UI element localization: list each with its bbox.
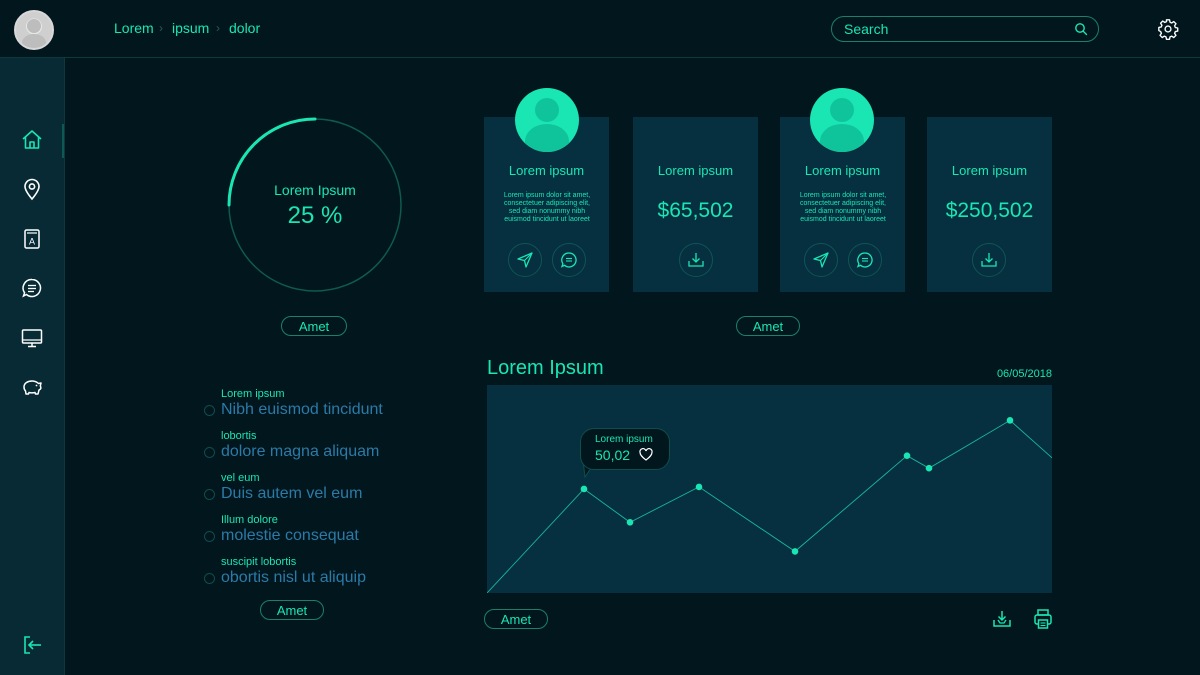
- printer-icon[interactable]: [1033, 608, 1053, 630]
- chart-amet-button[interactable]: Amet: [484, 609, 548, 629]
- chart-date: 06/05/2018: [996, 368, 1052, 380]
- svg-text:A: A: [29, 237, 35, 247]
- amount-card-2: Lorem ipsum $250,502: [927, 117, 1052, 292]
- list-item-caption: lobortis: [221, 430, 257, 442]
- user-avatar: [515, 88, 579, 152]
- user-avatar[interactable]: [14, 10, 54, 50]
- piggy-bank-icon[interactable]: [20, 375, 44, 399]
- send-icon: [813, 252, 829, 268]
- send-button[interactable]: [508, 243, 542, 277]
- breadcrumb-item-2[interactable]: ipsum: [172, 20, 209, 36]
- list-item-radio[interactable]: [204, 447, 215, 458]
- heart-icon[interactable]: [639, 448, 653, 461]
- card-title: Lorem ipsum: [804, 163, 881, 178]
- cards-amet-button[interactable]: Amet: [736, 316, 800, 336]
- card-title: Lorem ipsum: [508, 163, 585, 178]
- list-item-radio[interactable]: [204, 405, 215, 416]
- chart-data-point[interactable]: [580, 485, 588, 493]
- download-button[interactable]: [679, 243, 713, 277]
- chat-icon[interactable]: [20, 276, 44, 300]
- chart-data-point[interactable]: [1006, 417, 1014, 424]
- list-item-text[interactable]: molestie consequat: [221, 527, 359, 545]
- download-icon[interactable]: [992, 609, 1012, 629]
- search-input[interactable]: [844, 20, 1054, 38]
- list-item-text[interactable]: Duis autem vel eum: [221, 485, 362, 503]
- monitor-icon[interactable]: [20, 326, 44, 350]
- home-icon[interactable]: [20, 128, 44, 152]
- list-item-caption: vel eum: [221, 472, 260, 484]
- card-description: Lorem ipsum dolor sit amet, consectetuer…: [799, 192, 887, 223]
- chart-data-point[interactable]: [903, 452, 911, 460]
- gauge-amet-button[interactable]: Amet: [281, 316, 347, 336]
- message-button[interactable]: [552, 243, 586, 277]
- breadcrumb-item-1[interactable]: Lorem: [114, 20, 154, 36]
- list-item-caption: suscipit lobortis: [221, 556, 297, 568]
- card-description: Lorem ipsum dolor sit amet, consectetuer…: [503, 192, 591, 223]
- list-item-caption: Lorem ipsum: [221, 388, 285, 400]
- user-avatar: [810, 88, 874, 152]
- line-chart: [487, 385, 1052, 593]
- list-item-caption: Illum dolore: [221, 514, 278, 526]
- chevron-right-icon: ›: [159, 21, 163, 35]
- location-pin-icon[interactable]: [20, 177, 44, 201]
- chart-data-point[interactable]: [695, 483, 703, 491]
- list-item-text[interactable]: Nibh euismod tincidunt: [221, 401, 383, 419]
- tooltip-value: 50,02: [595, 447, 631, 463]
- message-button[interactable]: [848, 243, 882, 277]
- chart-data-point[interactable]: [925, 464, 933, 472]
- chart-data-point[interactable]: [626, 518, 634, 526]
- breadcrumb-item-3[interactable]: dolor: [229, 20, 260, 36]
- chat-icon: [560, 252, 577, 268]
- list-item-radio[interactable]: [204, 531, 215, 542]
- card-title: Lorem ipsum: [951, 163, 1028, 178]
- search-icon[interactable]: [1074, 22, 1088, 36]
- search-box[interactable]: [831, 16, 1099, 42]
- card-amount: $65,502: [657, 199, 734, 222]
- progress-value: 25 %: [287, 202, 343, 229]
- download-icon: [688, 253, 704, 267]
- tooltip-label: Lorem ipsum: [595, 434, 653, 445]
- amount-card-1: Lorem ipsum $65,502: [633, 117, 758, 292]
- send-icon: [517, 252, 533, 268]
- chat-icon: [856, 252, 873, 268]
- download-icon: [981, 253, 997, 267]
- list-item-radio[interactable]: [204, 489, 215, 500]
- chart-data-point[interactable]: [791, 548, 799, 555]
- card-title: Lorem ipsum: [657, 163, 734, 178]
- gear-icon[interactable]: [1157, 18, 1179, 40]
- logout-icon[interactable]: [20, 633, 44, 657]
- chart-series-line: [487, 419, 1052, 593]
- chart-title: Lorem Ipsum: [487, 357, 604, 379]
- card-amount: $250,502: [945, 199, 1034, 222]
- address-book-icon[interactable]: A: [20, 227, 44, 251]
- send-button[interactable]: [804, 243, 838, 277]
- progress-label: Lorem Ipsum: [274, 182, 356, 198]
- list-item-radio[interactable]: [204, 573, 215, 584]
- list-item-text[interactable]: dolore magna aliquam: [221, 443, 379, 461]
- list-amet-button[interactable]: Amet: [260, 600, 324, 620]
- download-button[interactable]: [972, 243, 1006, 277]
- chart-tooltip: Lorem ipsum 50,02: [580, 428, 670, 470]
- chevron-right-icon: ›: [216, 21, 220, 35]
- list-item-text[interactable]: obortis nisl ut aliquip: [221, 569, 366, 587]
- sidebar-active-indicator: [62, 124, 64, 158]
